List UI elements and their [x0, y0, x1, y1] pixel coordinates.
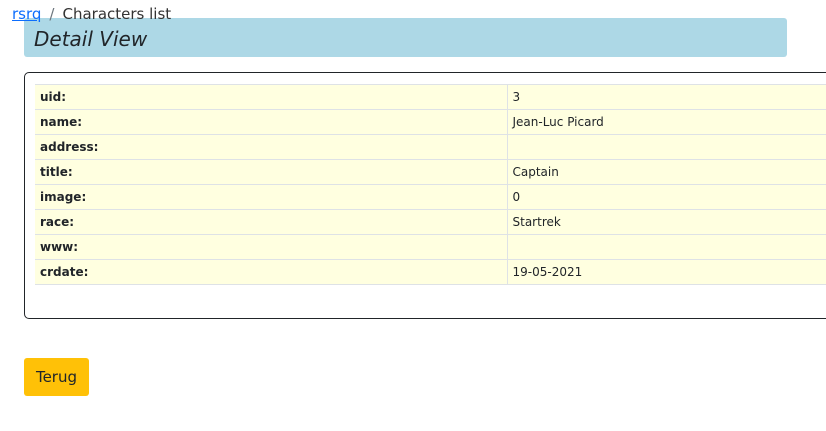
detail-value: [507, 134, 826, 160]
detail-panel: uid: 3 name: Jean-Luc Picard address: ti…: [24, 72, 826, 319]
detail-key: name:: [35, 109, 508, 135]
detail-value: 19-05-2021: [507, 259, 826, 285]
detail-row-race: race: Startrek: [35, 209, 826, 235]
detail-row-title: title: Captain: [35, 159, 826, 185]
detail-value: 0: [507, 184, 826, 210]
page: rsrq / Characters list Detail View uid: 3 …: [0, 0, 826, 431]
detail-row-crdate: crdate: 19-05-2021: [35, 259, 826, 285]
detail-key: image:: [35, 184, 508, 210]
detail-row-address: address:: [35, 134, 826, 160]
detail-key: www:: [35, 234, 508, 260]
detail-key: title:: [35, 159, 508, 185]
detail-row-image: image: 0: [35, 184, 826, 210]
detail-value: Captain: [507, 159, 826, 185]
detail-key: crdate:: [35, 259, 508, 285]
breadcrumb: rsrq / Characters list: [12, 4, 171, 24]
detail-row-www: www:: [35, 234, 826, 260]
detail-value: Startrek: [507, 209, 826, 235]
detail-value: 3: [507, 84, 826, 110]
detail-key: race:: [35, 209, 508, 235]
breadcrumb-separator: /: [49, 5, 55, 23]
detail-row-name: name: Jean-Luc Picard: [35, 109, 826, 135]
detail-value: [507, 234, 826, 260]
detail-row-uid: uid: 3: [35, 84, 826, 110]
page-title: Detail View: [34, 27, 148, 51]
breadcrumb-current: Characters list: [62, 5, 172, 23]
breadcrumb-home-link[interactable]: rsrq: [12, 5, 41, 23]
detail-key: uid:: [35, 84, 508, 110]
back-button[interactable]: Terug: [24, 358, 89, 396]
detail-table: uid: 3 name: Jean-Luc Picard address: ti…: [35, 84, 826, 285]
detail-key: address:: [35, 134, 508, 160]
detail-value: Jean-Luc Picard: [507, 109, 826, 135]
